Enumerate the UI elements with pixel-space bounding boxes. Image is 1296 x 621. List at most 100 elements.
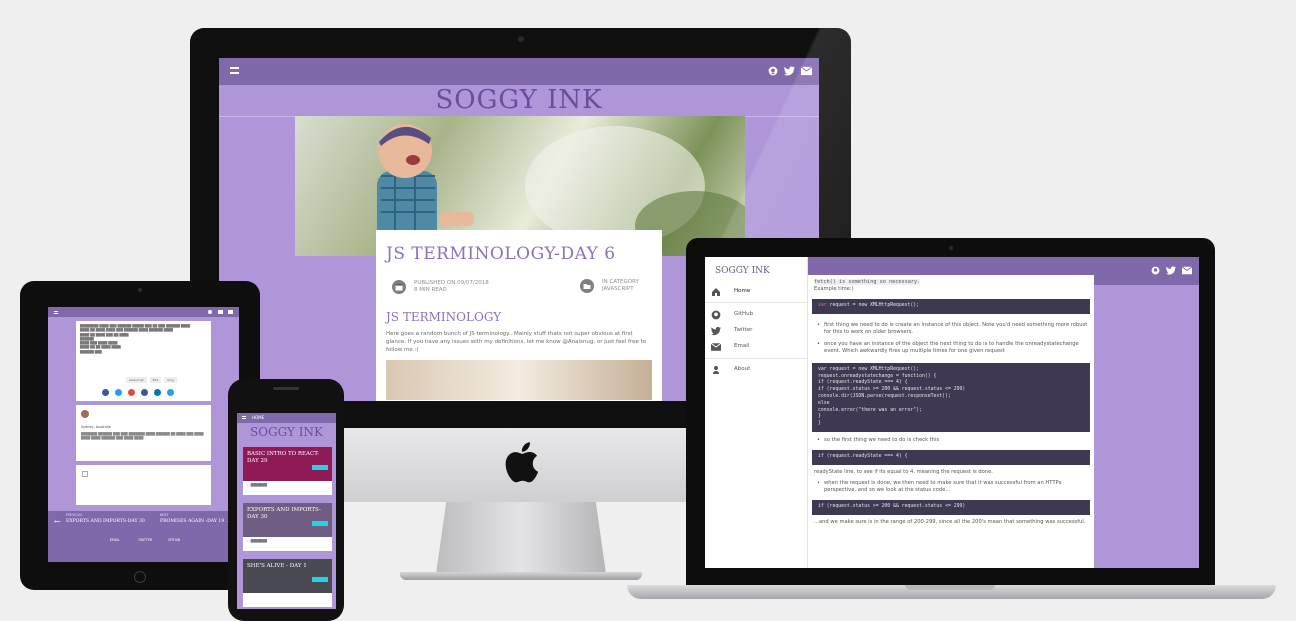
- twitter-icon[interactable]: [218, 310, 223, 314]
- read-more-button[interactable]: [312, 577, 328, 582]
- code-block: if (request.readyState === 4) {: [812, 449, 1090, 465]
- footer-twitter-link[interactable]: TWITTER: [138, 538, 152, 542]
- menu-icon[interactable]: [230, 67, 239, 74]
- article-text: ...and we make sure is in the range of 2…: [814, 518, 1086, 525]
- post-card-title[interactable]: EXPORTS AND IMPORTS-DAY 30: [247, 507, 321, 520]
- share-facebook-icon[interactable]: [102, 389, 109, 396]
- laptop-camera: [949, 246, 953, 250]
- sidebar-item-label: About: [734, 366, 751, 372]
- article-text: fetch() is something so necessary.: [814, 279, 921, 285]
- github-icon[interactable]: [208, 310, 212, 314]
- author-location: Sydney, Australia: [81, 425, 111, 429]
- author-bio: ███████ ██████ ███ ███ ███████ ████ ████…: [81, 432, 204, 440]
- prev-label: PREVIOUS: [66, 513, 83, 517]
- list-item: when the request is done, we then need t…: [814, 480, 1088, 494]
- menu-icon[interactable]: [54, 311, 58, 314]
- twitter-icon[interactable]: [1166, 266, 1176, 275]
- prev-post-link[interactable]: EXPORTS AND IMPORTS-DAY 30: [66, 519, 145, 524]
- ipad-camera: [138, 288, 142, 292]
- tag[interactable]: blog: [164, 377, 177, 383]
- category-name[interactable]: JAVASCRIPT: [602, 285, 634, 293]
- home-icon: [712, 288, 720, 296]
- sidebar-nav: Home GitHub Twitter Email About: [705, 285, 808, 568]
- sidebar-item-github[interactable]: GitHub: [705, 308, 808, 322]
- share-twitter-icon[interactable]: [115, 389, 122, 396]
- tag[interactable]: javascript: [126, 377, 147, 383]
- tag-list: javascript ES6 blog: [126, 377, 177, 383]
- sidebar-divider: [705, 302, 808, 303]
- tag[interactable]: ES6: [149, 377, 162, 383]
- share-facebook-icon[interactable]: [141, 389, 148, 396]
- list-item: once you have an instance of the object …: [814, 341, 1088, 355]
- post-card-title[interactable]: SHE'S ALIVE - DAY 1: [247, 563, 307, 569]
- comment-icon: [82, 471, 88, 477]
- calendar-icon: [392, 280, 406, 294]
- github-icon[interactable]: [1151, 266, 1160, 275]
- post-card: BASIC INTRO TO REACT-DAY 29 ▢ ███████: [243, 447, 332, 495]
- nav-home-link[interactable]: HOME: [252, 415, 264, 420]
- code-block: var request = new XMLHttpRequest(); reque…: [812, 362, 1090, 432]
- ipad-home-button[interactable]: [134, 571, 146, 583]
- twitter-icon: [711, 326, 721, 336]
- apple-logo-icon: [505, 442, 539, 483]
- imac-base: [400, 572, 642, 580]
- share-twitter-icon[interactable]: [167, 389, 174, 396]
- post-card: SHE'S ALIVE - DAY 1: [243, 559, 332, 607]
- code-block: if (request.status >= 200 && request.sta…: [812, 499, 1090, 515]
- sidebar-item-label: GitHub: [734, 311, 754, 317]
- next-post-link[interactable]: PROMISES AGAIN -DAY 19: [160, 519, 224, 524]
- post-excerpt: ████████ ████ ███ ██████ █████ ███ ██ ██…: [80, 324, 191, 354]
- sidebar-logo[interactable]: SOGGY INK: [715, 266, 770, 276]
- laptop-screen: fetch() is something so necessary. Examp…: [705, 257, 1199, 568]
- code-block: var request = new XMLHttpRequest();: [812, 299, 1090, 314]
- post-card: ████████ ████ ███ ██████ █████ ███ ██ ██…: [76, 321, 211, 401]
- share-google-icon[interactable]: [128, 389, 135, 396]
- example-label: Example time:): [814, 286, 854, 292]
- footer-email-link[interactable]: EMAIL: [110, 538, 120, 542]
- iphone-navbar: HOME: [237, 413, 336, 423]
- arrow-left-icon[interactable]: ←: [54, 517, 61, 526]
- laptop-notch: [905, 585, 995, 590]
- sidebar-divider: [705, 358, 808, 359]
- post-card-meta: ▢ ███████: [247, 539, 267, 543]
- ipad-screen: ████████ ████ ███ ██████ █████ ███ ██ ██…: [48, 307, 239, 562]
- post-intro: Here goes a random bunch of JS terminolo…: [386, 331, 647, 353]
- post-meta: PUBLISHED ON 09/07/2018 8 MIN READ IN CA…: [386, 274, 652, 310]
- read-more-button[interactable]: [312, 465, 328, 470]
- read-time: 8 MIN READ: [414, 287, 447, 293]
- email-icon[interactable]: [1182, 266, 1192, 275]
- sidebar-item-email[interactable]: Email: [705, 340, 808, 354]
- post-title[interactable]: JS TERMINOLOGY-DAY 6: [386, 244, 652, 264]
- footer-github-link[interactable]: GITHUB: [168, 538, 180, 542]
- avatar: [81, 410, 89, 418]
- post-navigation: PREVIOUS ← EXPORTS AND IMPORTS-DAY 30 NE…: [48, 511, 239, 562]
- imac-camera: [518, 36, 524, 42]
- author-card: Sydney, Australia ███████ ██████ ███ ███…: [76, 405, 211, 461]
- sidebar-item-twitter[interactable]: Twitter: [705, 324, 808, 338]
- post-card-meta: ▢ ███████: [247, 483, 267, 487]
- email-icon: [711, 342, 721, 351]
- article-content: fetch() is something so necessary. Examp…: [808, 275, 1094, 568]
- email-icon[interactable]: [228, 310, 233, 314]
- menu-icon[interactable]: [242, 416, 246, 419]
- comments-card: [76, 465, 211, 505]
- post-card: JS TERMINOLOGY-DAY 6 PUBLISHED ON 09/07/…: [376, 230, 662, 401]
- post-card-header: SHE'S ALIVE - DAY 1: [243, 559, 332, 593]
- imac-stand: [436, 502, 606, 574]
- user-icon: [713, 366, 719, 374]
- sidebar-item-about[interactable]: About: [705, 363, 808, 377]
- post-card-header: BASIC INTRO TO REACT-DAY 29: [243, 447, 332, 481]
- section-heading: JS TERMINOLOGY: [386, 310, 502, 324]
- next-label: NEXT: [160, 513, 169, 517]
- list-item: so the first thing we need to do is chec…: [814, 437, 1088, 444]
- share-linkedin-icon[interactable]: [154, 389, 161, 396]
- sidebar-item-home[interactable]: Home: [705, 285, 808, 299]
- post-image: [386, 360, 652, 400]
- sidebar-item-label: Home: [734, 288, 751, 294]
- ipad-navbar: [48, 307, 239, 317]
- site-title[interactable]: SOGGY INK: [237, 425, 336, 439]
- post-card: EXPORTS AND IMPORTS-DAY 30 ▢ ███████: [243, 503, 332, 551]
- post-card-title[interactable]: BASIC INTRO TO REACT-DAY 29: [247, 451, 319, 464]
- read-more-button[interactable]: [312, 521, 328, 526]
- iphone-speaker: [273, 387, 299, 390]
